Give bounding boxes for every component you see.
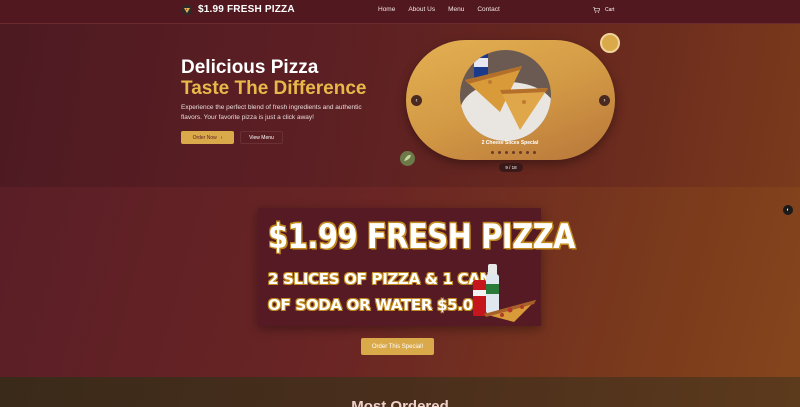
chevron-left-icon: ‹ bbox=[415, 97, 418, 104]
order-now-button[interactable]: Order Now › bbox=[181, 131, 234, 144]
carousel-dot[interactable] bbox=[491, 151, 494, 154]
pizza-logo-icon bbox=[182, 4, 192, 15]
hero-subtitle: Experience the perfect blend of fresh in… bbox=[181, 104, 362, 122]
nav-link-about[interactable]: About Us bbox=[408, 6, 435, 13]
most-ordered-title: Most Ordered bbox=[351, 398, 449, 407]
navbar: $1.99 FRESH PIZZA Home About Us Menu Con… bbox=[0, 0, 800, 24]
nav-menu: Home About Us Menu Contact bbox=[378, 6, 500, 13]
order-now-label: Order Now bbox=[192, 134, 217, 141]
floating-badge-top[interactable] bbox=[600, 33, 620, 53]
carousel-dot[interactable] bbox=[498, 151, 501, 154]
floating-badge-bottom[interactable] bbox=[400, 151, 415, 166]
nav-link-contact[interactable]: Contact bbox=[477, 6, 499, 13]
nav-link-menu[interactable]: Menu bbox=[448, 6, 464, 13]
nav-link-home[interactable]: Home bbox=[378, 6, 395, 13]
banner-line1: 2 SLICES OF PIZZA & 1 CAN bbox=[268, 270, 492, 288]
carousel-dot[interactable] bbox=[526, 151, 529, 154]
hero-title-line1: Delicious Pizza bbox=[181, 57, 319, 78]
leaf-icon bbox=[404, 154, 411, 161]
carousel-prev-button[interactable]: ‹ bbox=[411, 95, 422, 106]
carousel-slide-image bbox=[460, 50, 551, 141]
carousel-dots bbox=[491, 151, 536, 154]
brand[interactable]: $1.99 FRESH PIZZA bbox=[182, 4, 295, 15]
order-special-label: Order This Special! bbox=[371, 343, 424, 350]
accessibility-icon[interactable]: ◐ bbox=[783, 205, 793, 215]
cart-label: Cart bbox=[605, 7, 615, 13]
banner-title: $1.99 FRESH PIZZA bbox=[268, 216, 576, 257]
arrow-right-icon: › bbox=[220, 134, 223, 141]
order-special-button[interactable]: Order This Special! bbox=[361, 338, 434, 355]
carousel-dot[interactable] bbox=[512, 151, 515, 154]
page: $1.99 FRESH PIZZA Home About Us Menu Con… bbox=[0, 0, 800, 407]
carousel-next-button[interactable]: › bbox=[599, 95, 610, 106]
banner-line2: OF SODA OR WATER $5.00 bbox=[268, 296, 483, 314]
view-menu-button[interactable]: View Menu bbox=[240, 131, 283, 144]
carousel-dot[interactable] bbox=[505, 151, 508, 154]
carousel-caption: 2 Cheese Slices Special bbox=[481, 140, 539, 146]
carousel-counter: 9 / 18 bbox=[499, 163, 523, 172]
hero-heading: Delicious Pizza Taste The Difference bbox=[181, 58, 366, 98]
chevron-right-icon: › bbox=[603, 97, 606, 104]
carousel-dot[interactable] bbox=[519, 151, 522, 154]
soda-and-pizza-image bbox=[473, 264, 536, 322]
brand-name: $1.99 FRESH PIZZA bbox=[198, 4, 295, 15]
cart-button[interactable]: Cart bbox=[593, 7, 614, 13]
cart-icon bbox=[593, 7, 600, 13]
hero-title-line2: Taste The Difference bbox=[181, 78, 367, 99]
view-menu-label: View Menu bbox=[249, 134, 274, 141]
carousel-dot[interactable] bbox=[533, 151, 536, 154]
